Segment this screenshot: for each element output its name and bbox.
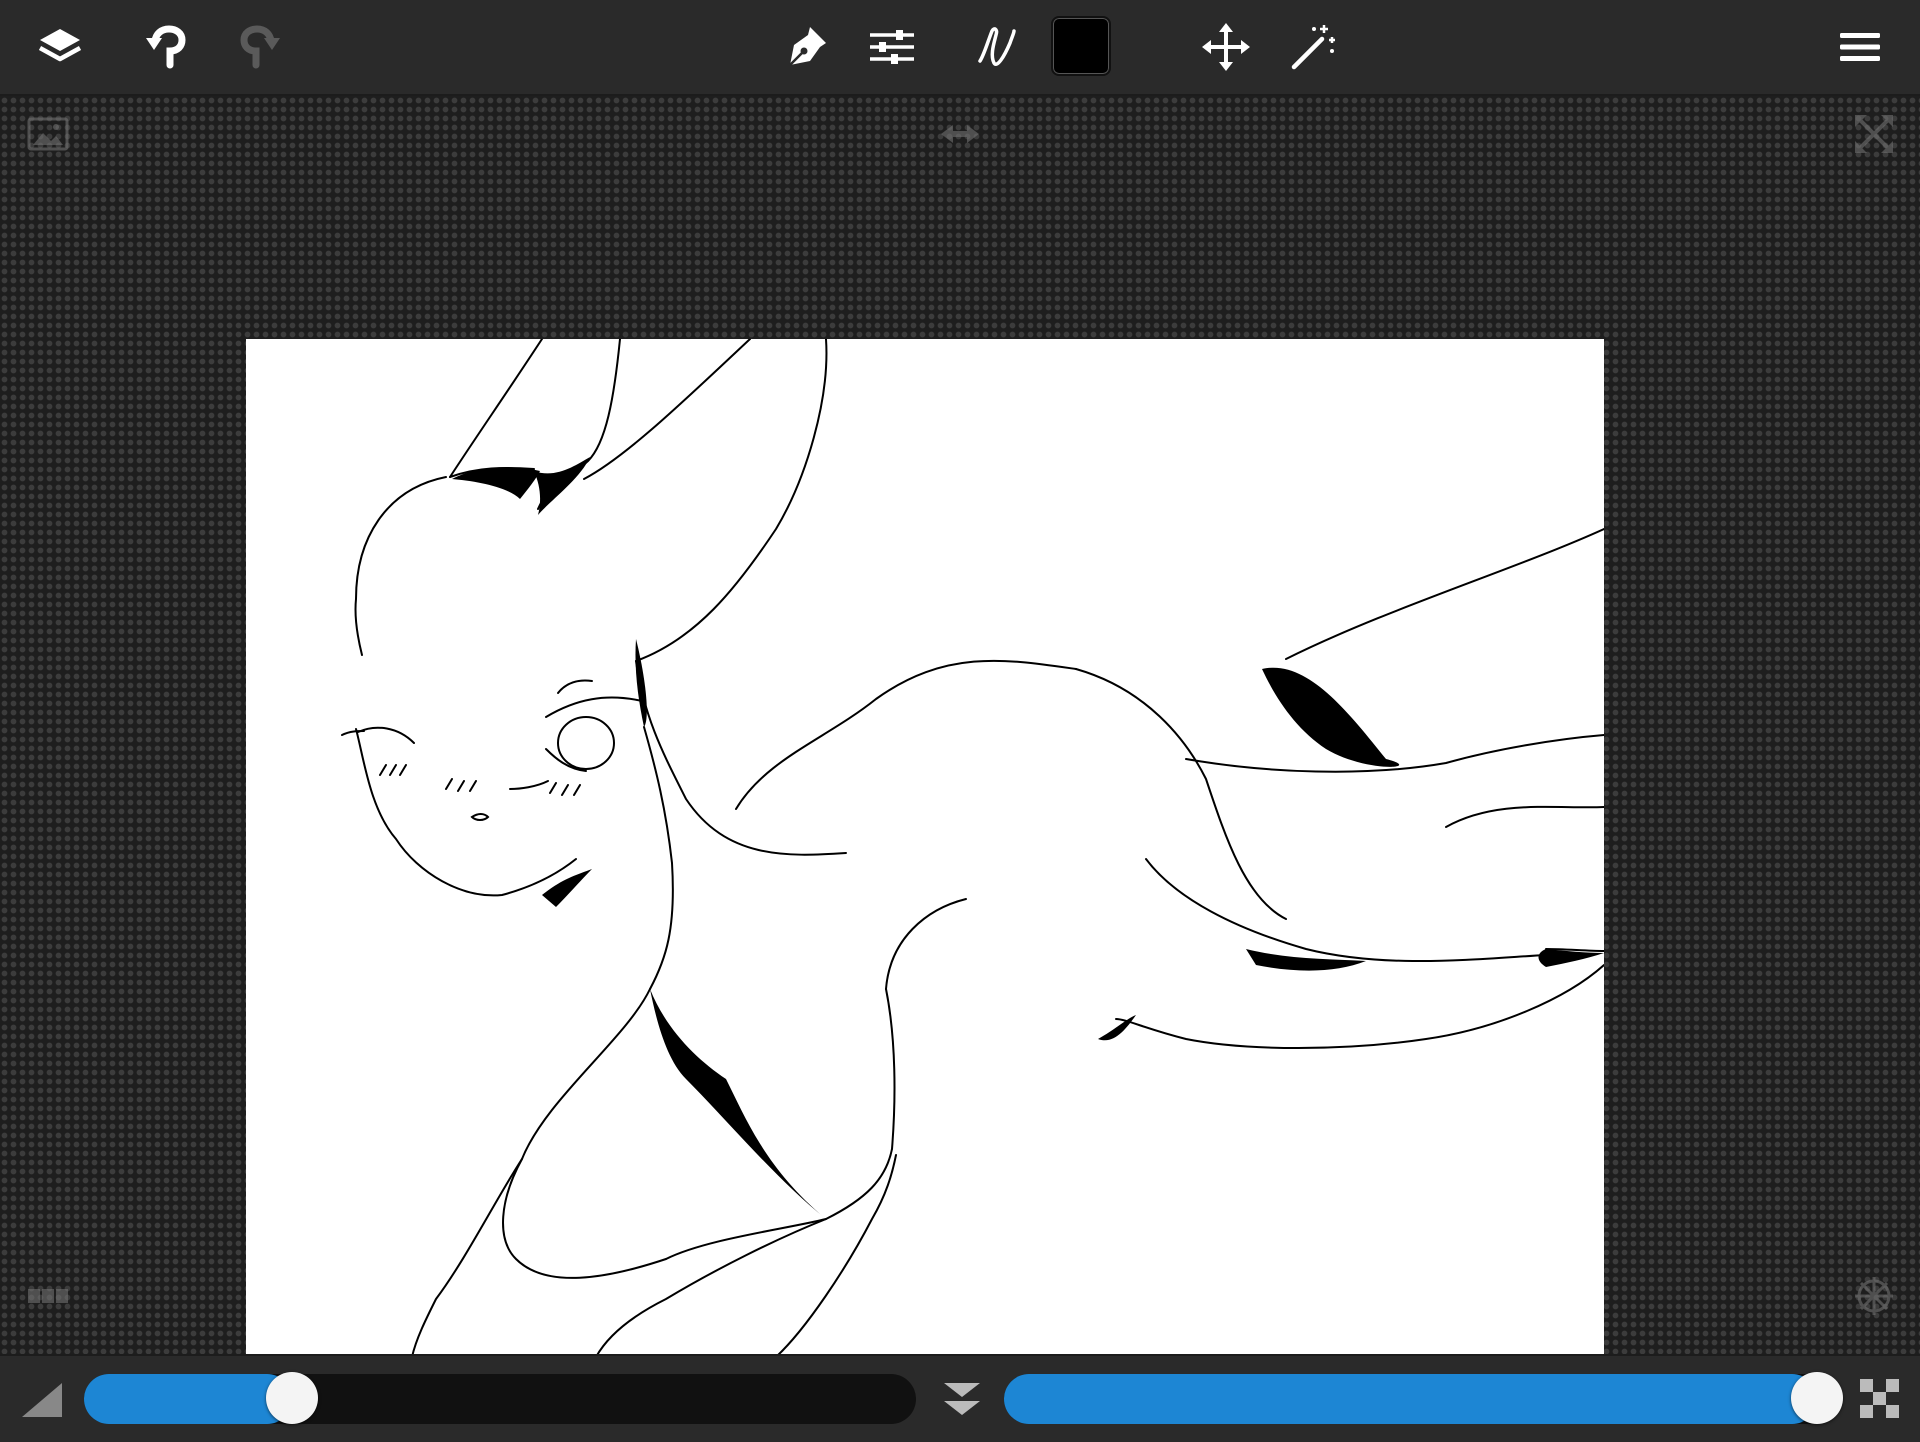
layer-strip-button[interactable] [20,1268,76,1324]
fullscreen-icon [1855,115,1893,153]
flip-horizontal-button[interactable] [932,106,988,162]
pen-nib-icon [789,27,826,66]
collapse-down-icon [944,1383,980,1415]
color-swatch[interactable] [1051,16,1111,76]
drawing-canvas[interactable] [246,339,1604,1357]
opacity-checker-icon [1860,1379,1899,1418]
bottom-bar [0,1354,1920,1442]
symmetry-button[interactable] [1846,1268,1902,1324]
opacity-button[interactable] [1852,1371,1908,1427]
magic-wand-icon [1291,25,1335,70]
line-art-drawing [341,339,1604,1357]
brush-size-icon [22,1383,62,1417]
move-tool-button[interactable] [1190,11,1262,83]
layer-strip-icon [28,1289,68,1303]
brush-size-button[interactable] [14,1371,70,1427]
layers-button[interactable] [24,11,96,83]
menu-button[interactable] [1824,11,1896,83]
symmetry-icon [1855,1277,1893,1315]
workspace[interactable] [0,96,1920,1357]
layers-icon [38,29,82,62]
brush-size-slider[interactable] [84,1372,916,1424]
redo-button[interactable] [224,11,296,83]
adjustments-button[interactable] [856,11,928,83]
brush-size-slider-fill [84,1374,292,1424]
pen-tool-button[interactable] [770,11,842,83]
redo-icon [240,25,280,69]
undo-icon [146,25,186,69]
reference-image-button[interactable] [20,106,76,162]
adjustments-icon [870,30,914,64]
fullscreen-button[interactable] [1846,106,1902,162]
top-toolbar [0,0,1920,96]
opacity-slider[interactable] [1004,1372,1843,1424]
flip-horizontal-icon [941,125,979,143]
opacity-slider-knob[interactable] [1791,1372,1843,1424]
move-icon [1202,23,1250,71]
magic-wand-button[interactable] [1276,11,1348,83]
brush-size-slider-knob[interactable] [266,1372,318,1424]
reference-image-icon [27,117,69,151]
brush-button[interactable] [960,11,1032,83]
undo-button[interactable] [130,11,202,83]
collapse-panel-button[interactable] [934,1371,990,1427]
opacity-slider-fill [1004,1374,1817,1424]
brush-stroke-icon [978,27,1016,66]
hamburger-menu-icon [1840,33,1880,61]
